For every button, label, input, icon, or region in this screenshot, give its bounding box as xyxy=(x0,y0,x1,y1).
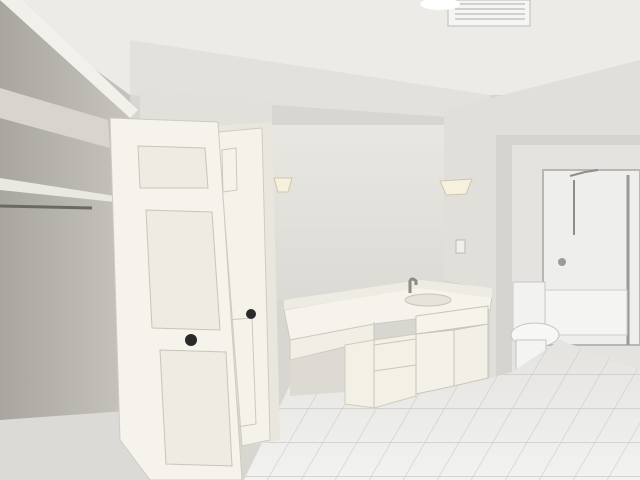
bathroom-illustration xyxy=(0,0,640,480)
vanity-back-wall xyxy=(272,125,444,300)
shower-tub-base xyxy=(544,289,628,336)
outlet-icon xyxy=(455,239,466,254)
closet-door-panel-mid xyxy=(145,209,221,331)
vanity-door-left xyxy=(415,329,455,395)
closet-door-panel-bottom xyxy=(159,349,233,467)
closet-rod xyxy=(0,204,93,210)
door-knob-icon xyxy=(246,309,256,319)
closet-door-knob-icon xyxy=(185,334,197,346)
closet-door-panel-top xyxy=(137,145,209,189)
shower-valve-icon xyxy=(558,258,566,266)
ceiling-vent xyxy=(447,0,531,27)
bathroom-photo xyxy=(0,0,640,480)
sink-basin xyxy=(404,293,452,307)
vanity-drawer-stack xyxy=(344,333,417,409)
vanity-door-right xyxy=(453,323,489,387)
